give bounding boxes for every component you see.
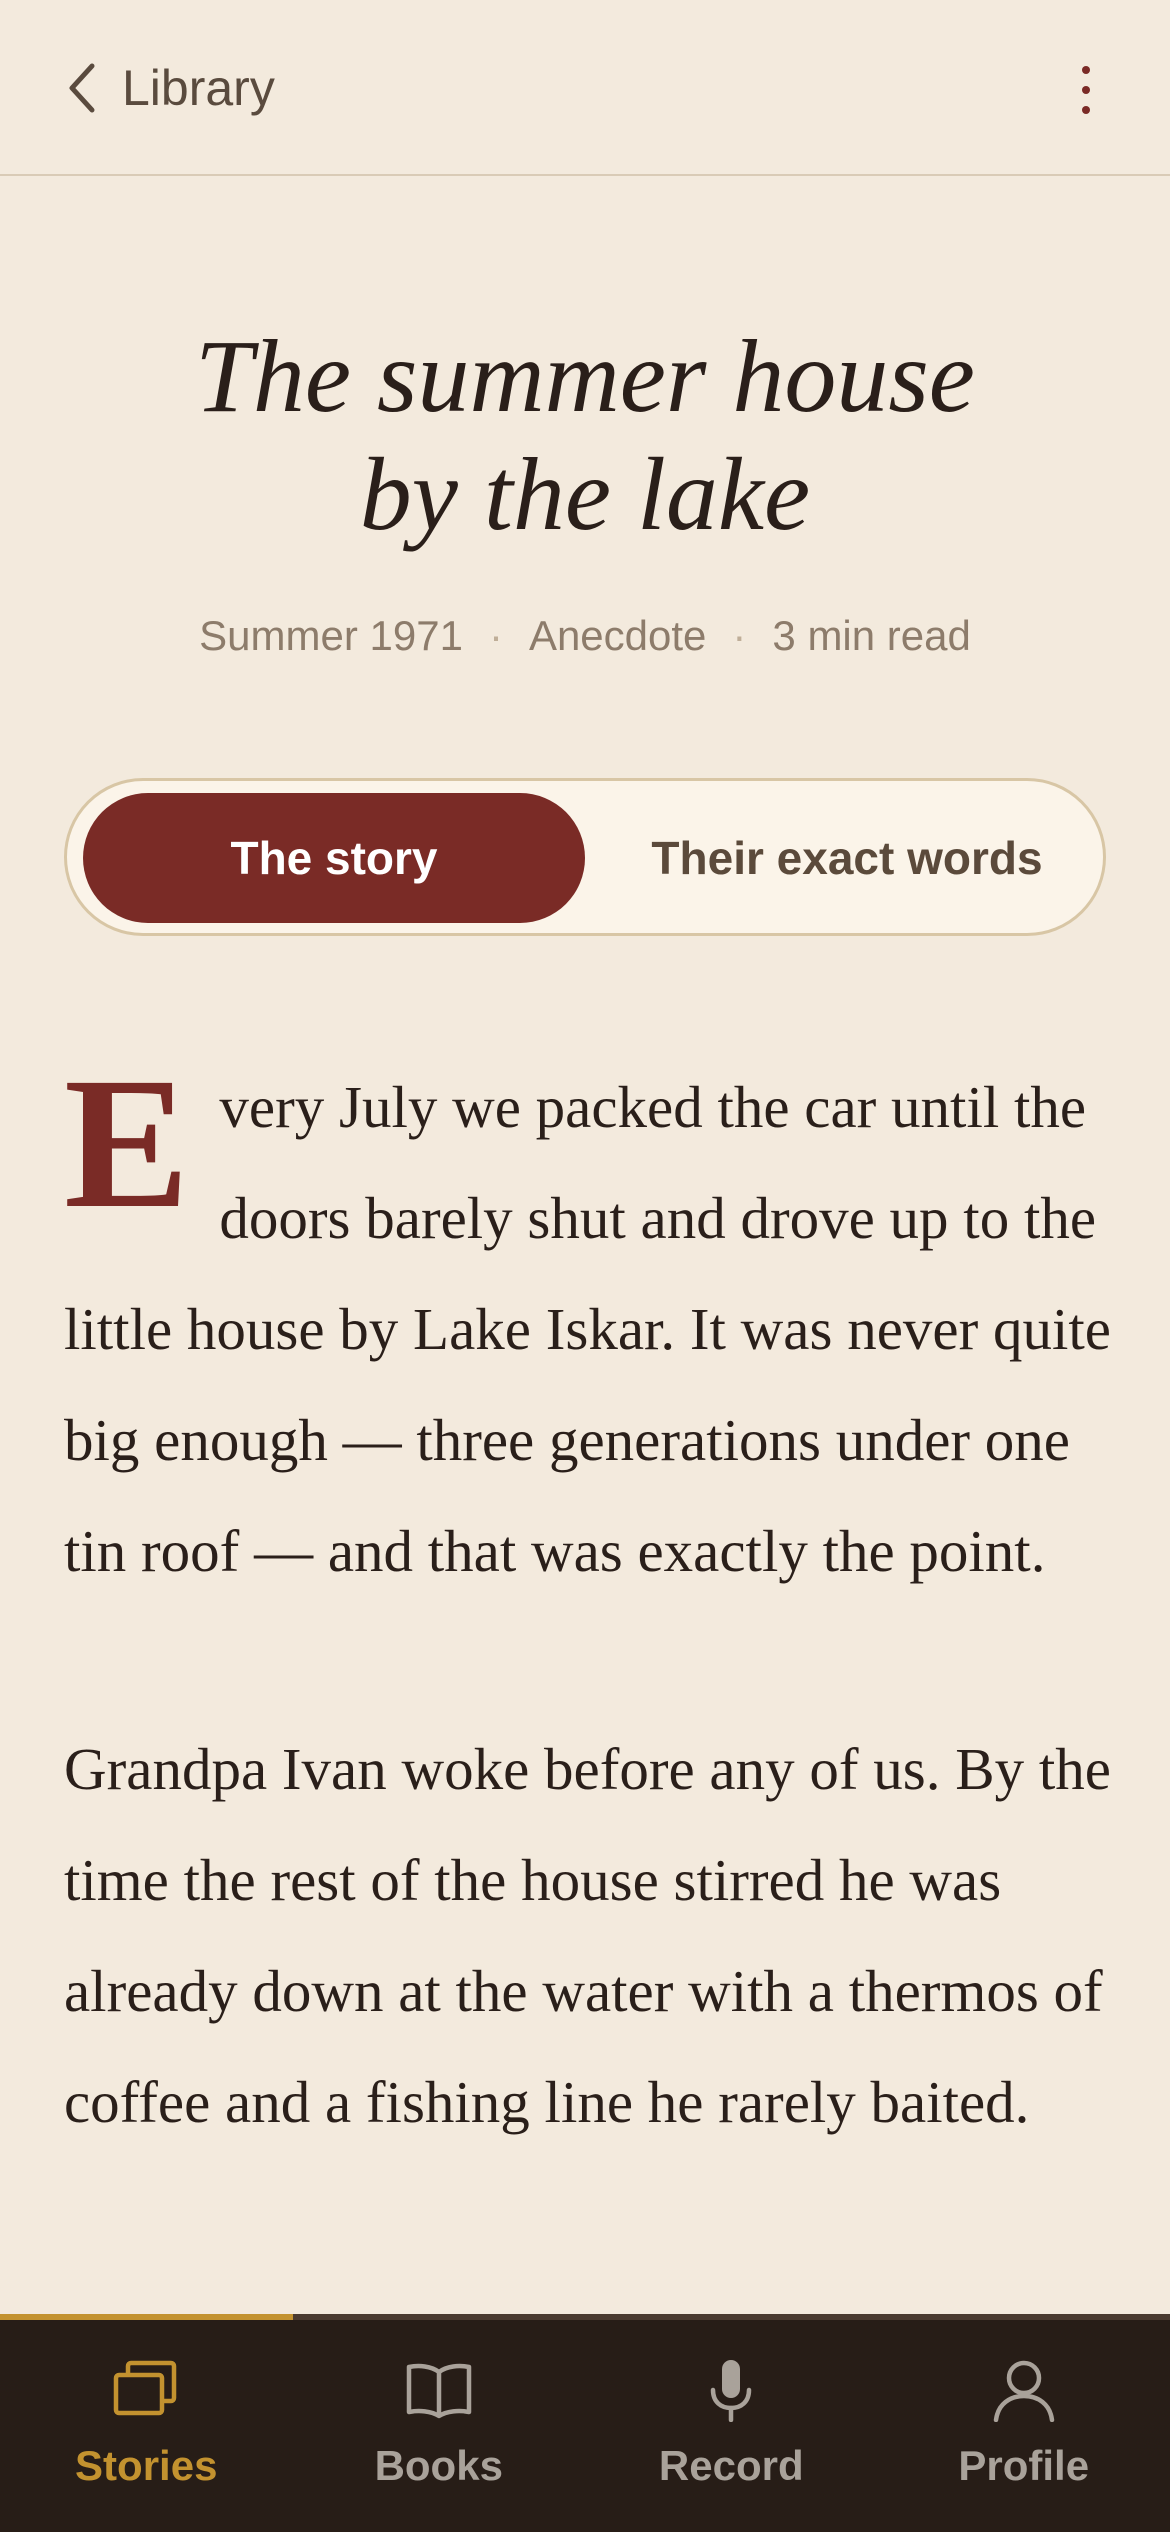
stories-icon bbox=[114, 2360, 177, 2416]
profile-icon bbox=[993, 2360, 1054, 2422]
tab-label: Record bbox=[658, 2442, 804, 2489]
back-label: Library bbox=[122, 60, 275, 116]
story-body: Every July we packed the car until the d… bbox=[64, 1052, 1114, 2314]
story-title-line-2: by the lake bbox=[359, 437, 811, 552]
more-dot bbox=[1082, 86, 1090, 94]
meta-separator: · bbox=[488, 612, 503, 659]
story-view-toggle: The story Their exact words bbox=[64, 778, 1106, 936]
meta-date: Summer 1971 bbox=[199, 612, 463, 659]
chevron-left-icon bbox=[69, 63, 95, 113]
drop-cap: E bbox=[64, 1052, 190, 1247]
story-title: The summer house by the lake bbox=[60, 318, 1110, 554]
meta-separator: · bbox=[732, 612, 747, 659]
story-paragraph: Every July we packed the car until the d… bbox=[64, 1052, 1114, 1607]
top-bar: Library bbox=[0, 0, 1170, 176]
more-dot bbox=[1082, 106, 1090, 114]
more-options-button[interactable] bbox=[1062, 52, 1110, 128]
story-paragraph: Grandpa Ivan woke before any of us. By t… bbox=[64, 1736, 1111, 2135]
tab-label: Stories bbox=[75, 2442, 218, 2489]
back-button[interactable]: Library bbox=[64, 52, 275, 124]
story-title-line-1: The summer house bbox=[195, 319, 975, 434]
meta-read-time: 3 min read bbox=[772, 612, 971, 659]
book-icon bbox=[406, 2363, 471, 2419]
microphone-icon bbox=[711, 2360, 752, 2422]
meta-category: Anecdote bbox=[528, 612, 707, 659]
tab-stories[interactable]: Stories bbox=[0, 2320, 293, 2532]
tab-profile[interactable]: Profile bbox=[878, 2320, 1170, 2532]
tab-label: Books bbox=[374, 2442, 503, 2489]
tab-record[interactable]: Record bbox=[585, 2320, 878, 2532]
tab-label: Profile bbox=[958, 2442, 1090, 2489]
tab-books[interactable]: Books bbox=[293, 2320, 586, 2532]
tab-the-story[interactable]: The story bbox=[83, 793, 585, 923]
story-meta: Summer 1971 · Anecdote · 3 min read bbox=[0, 612, 1170, 660]
paragraph-text: very July we packed the car until the do… bbox=[64, 1074, 1111, 1584]
tab-their-exact-words[interactable]: Their exact words bbox=[597, 793, 1097, 923]
more-dot bbox=[1082, 66, 1090, 74]
bottom-tab-bar: Stories Books Record Profile bbox=[0, 2320, 1170, 2532]
